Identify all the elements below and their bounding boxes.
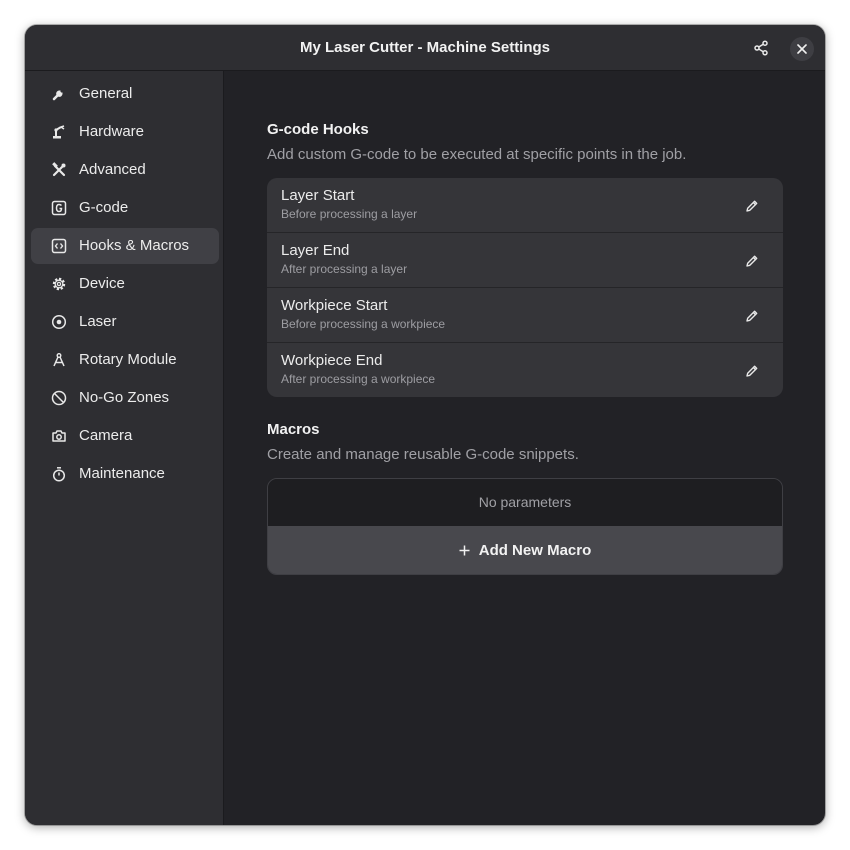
add-new-macro-label: Add New Macro: [478, 542, 592, 559]
macros-list: No parameters Add New Macro: [267, 478, 783, 575]
rotary-icon: [51, 352, 67, 368]
gcode-hooks-subtitle: Add custom G-code to be executed at spec…: [267, 146, 687, 163]
sidebar-item-hardware[interactable]: Hardware: [31, 114, 219, 150]
target-icon: [51, 314, 67, 330]
sidebar-item-device[interactable]: Device: [31, 266, 219, 302]
add-new-macro-button[interactable]: Add New Macro: [268, 526, 782, 574]
hook-title: Layer End: [281, 242, 350, 259]
gcode-icon: [51, 200, 67, 216]
tools-icon: [51, 162, 67, 178]
macros-empty-message: No parameters: [268, 479, 782, 526]
gcode-hooks-title: G-code Hooks: [267, 121, 369, 138]
hook-row-workpiece-start[interactable]: Workpiece Start Before processing a work…: [267, 287, 783, 342]
sidebar-item-laser[interactable]: Laser: [31, 304, 219, 340]
share-icon: [754, 40, 768, 56]
sidebar-item-hooks-macros[interactable]: Hooks & Macros: [31, 228, 219, 264]
pencil-icon: [746, 365, 758, 377]
sidebar-item-maintenance[interactable]: Maintenance: [31, 456, 219, 492]
sidebar-item-label: G-code: [79, 199, 129, 216]
macros-title: Macros: [267, 421, 320, 438]
sidebar-item-camera[interactable]: Camera: [31, 418, 219, 454]
sidebar-item-general[interactable]: General: [31, 76, 219, 112]
sidebar-item-rotary-module[interactable]: Rotary Module: [31, 342, 219, 378]
sidebar-item-label: General: [79, 85, 133, 102]
sidebar-item-label: Laser: [79, 313, 117, 330]
camera-icon: [51, 428, 67, 444]
edit-layer-end-button[interactable]: [741, 250, 763, 272]
hook-subtitle: Before processing a workpiece: [281, 317, 446, 331]
sidebar-item-label: Maintenance: [79, 465, 165, 482]
sidebar-item-no-go-zones[interactable]: No-Go Zones: [31, 380, 219, 416]
pencil-icon: [746, 310, 758, 322]
share-button[interactable]: [749, 36, 773, 60]
pencil-icon: [746, 255, 758, 267]
close-icon: [797, 44, 807, 54]
close-button[interactable]: [790, 37, 814, 61]
hook-row-layer-start[interactable]: Layer Start Before processing a layer: [267, 178, 783, 233]
hook-subtitle: After processing a layer: [281, 262, 408, 276]
macros-subtitle: Create and manage reusable G-code snippe…: [267, 446, 579, 463]
hook-title: Workpiece Start: [281, 297, 388, 314]
sidebar-item-label: Advanced: [79, 161, 146, 178]
hook-row-layer-end[interactable]: Layer End After processing a layer: [267, 232, 783, 287]
wrench-icon: [51, 86, 67, 102]
hook-row-workpiece-end[interactable]: Workpiece End After processing a workpie…: [267, 342, 783, 397]
stopwatch-icon: [51, 466, 67, 482]
title-bar: My Laser Cutter - Machine Settings: [25, 25, 825, 71]
hook-title: Workpiece End: [281, 352, 383, 369]
settings-content: G-code Hooks Add custom G-code to be exe…: [225, 71, 825, 825]
gcode-hooks-list: Layer Start Before processing a layer La…: [267, 178, 783, 397]
sidebar-item-label: No-Go Zones: [79, 389, 170, 406]
sidebar-item-label: Hardware: [79, 123, 145, 140]
robot-arm-icon: [51, 124, 67, 140]
sidebar-item-label: Rotary Module: [79, 351, 177, 368]
edit-workpiece-start-button[interactable]: [741, 305, 763, 327]
settings-window: My Laser Cutter - Machine Settings Gener…: [25, 25, 825, 825]
sidebar-item-label: Device: [79, 275, 125, 292]
edit-workpiece-end-button[interactable]: [741, 360, 763, 382]
settings-sidebar: General Hardware Advanced G-code Hooks &…: [25, 71, 224, 825]
pencil-icon: [746, 200, 758, 212]
sidebar-item-label: Camera: [79, 427, 133, 444]
edit-layer-start-button[interactable]: [741, 195, 763, 217]
no-entry-icon: [51, 390, 67, 406]
hook-title: Layer Start: [281, 187, 355, 204]
sidebar-item-label: Hooks & Macros: [79, 237, 190, 254]
code-brackets-icon: [51, 238, 67, 254]
hook-subtitle: Before processing a layer: [281, 207, 418, 221]
sidebar-item-gcode[interactable]: G-code: [31, 190, 219, 226]
gear-icon: [51, 276, 67, 292]
plus-icon: [459, 545, 470, 556]
hook-subtitle: After processing a workpiece: [281, 372, 436, 386]
sidebar-item-advanced[interactable]: Advanced: [31, 152, 219, 188]
window-title: My Laser Cutter - Machine Settings: [299, 39, 551, 56]
